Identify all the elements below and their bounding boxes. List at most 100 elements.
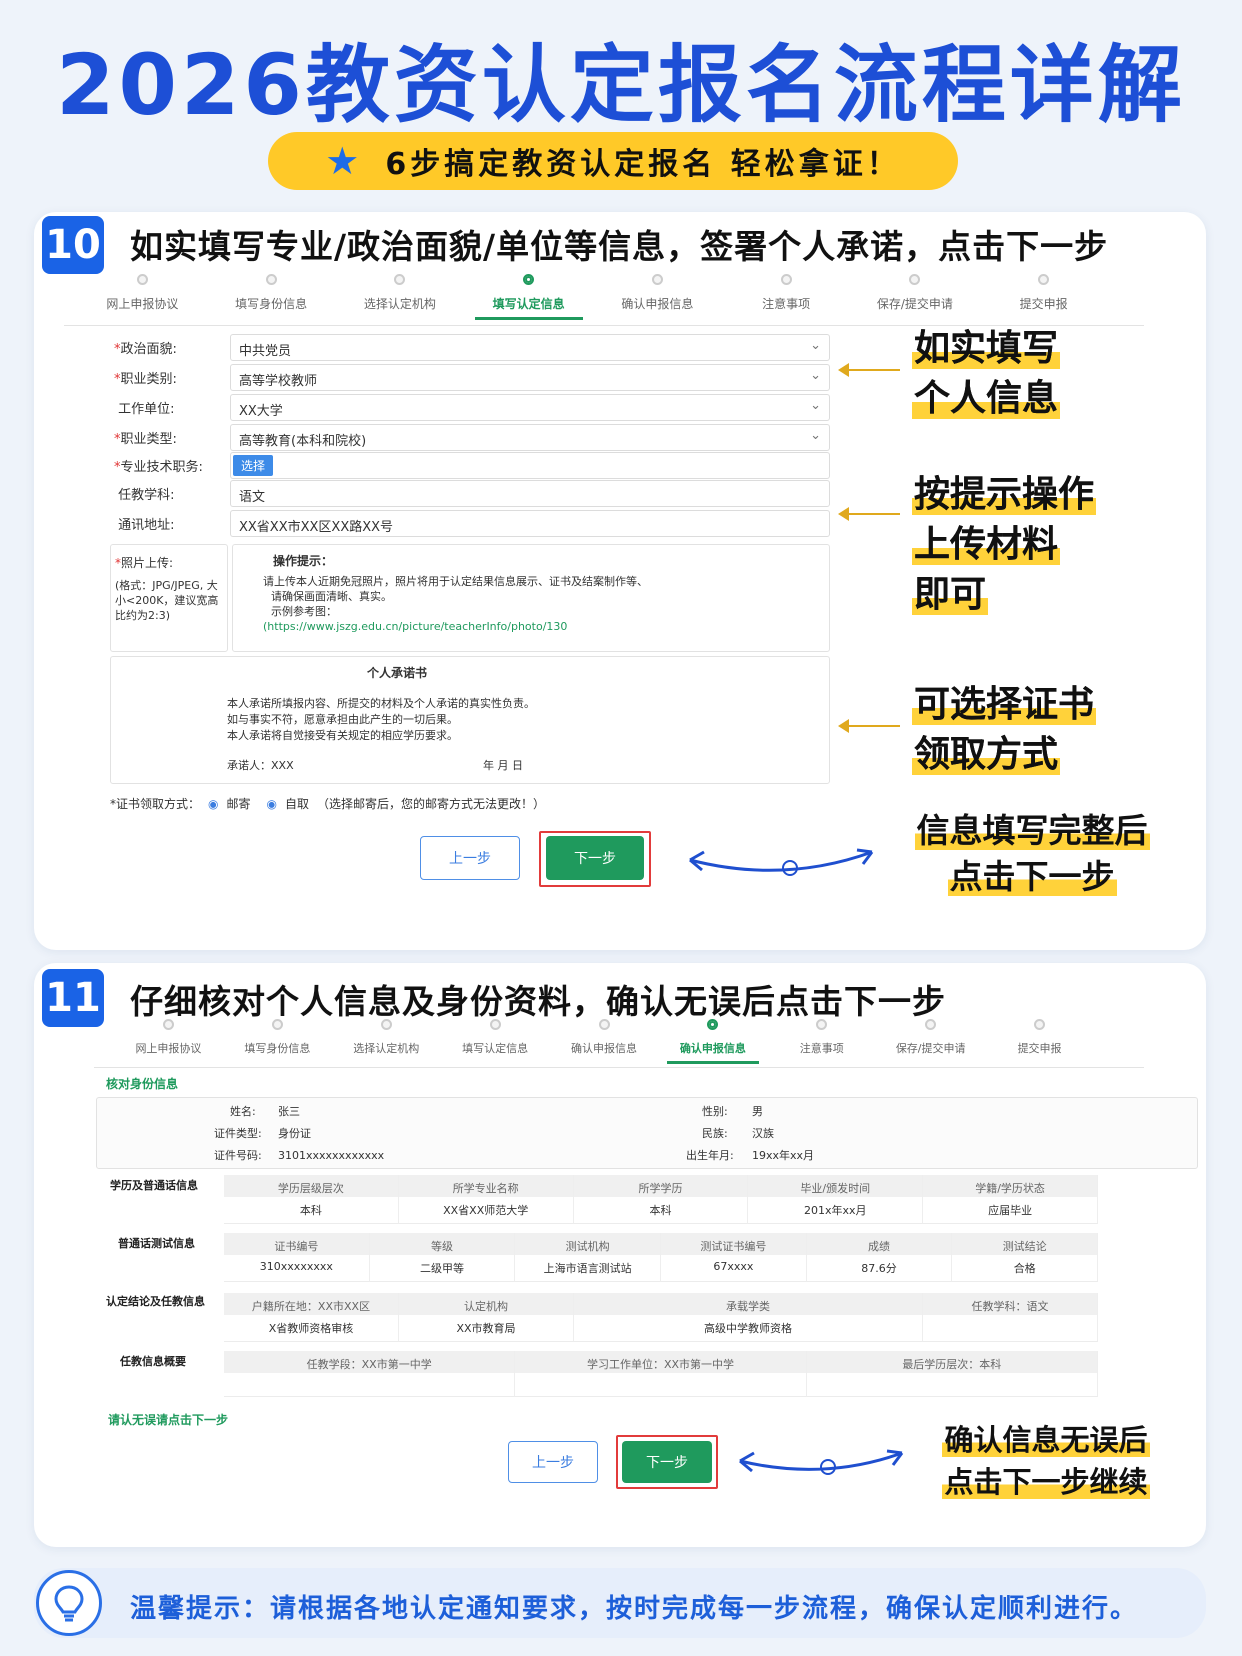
promise-line: 本人承诺将自觉接受有关规定的相应学历要求。	[227, 729, 458, 742]
promise-line: 如与事实不符，愿意承担由此产生的一切后果。	[227, 713, 458, 726]
idtype-value: 身份证	[278, 1127, 311, 1140]
step-dot-icon	[780, 274, 792, 285]
step-dot-icon	[1038, 274, 1050, 285]
table-row	[224, 1373, 1098, 1397]
banner: ★ 6步搞定教资认定报名 轻松拿证！	[268, 132, 958, 190]
promise-title: 个人承诺书	[367, 666, 428, 680]
subject-input[interactable]: 语文	[230, 480, 830, 507]
cert-option-self[interactable]: 自取	[285, 796, 309, 813]
field-label-address: 通讯地址:	[118, 518, 175, 533]
step-dot-icon	[136, 274, 148, 285]
ethnic-value: 汉族	[752, 1127, 774, 1140]
progress-step: 提交申报	[985, 1019, 1094, 1056]
progress-step: 保存/提交申请	[851, 274, 980, 312]
field-label-subject: 任教学科:	[118, 488, 175, 503]
progress-step-active: 确认申报信息	[658, 1019, 767, 1064]
step10-badge: 10	[42, 216, 104, 274]
step-dot-icon	[489, 1019, 501, 1030]
example-link[interactable]: (https://www.jszg.edu.cn/picture/teacher…	[263, 619, 799, 634]
section-title: 核对身份信息	[106, 1077, 179, 1091]
op-tip-title: 操作提示：	[273, 554, 334, 568]
step-dot-icon	[1034, 1019, 1046, 1030]
double-arrow-icon	[689, 848, 874, 876]
progress-step: 选择认定机构	[332, 1019, 441, 1056]
annotation-fill-info: 如实填写 个人信息	[912, 328, 1061, 419]
photo-upload-area[interactable]: 操作提示： 请上传本人近期免冠照片，照片将用于认定结果信息展示、证书及结案制作等…	[232, 544, 830, 652]
progress-steps-10: 网上申报协议 填写身份信息 选择认定机构 填写认定信息 确认申报信息 注意事项 …	[78, 274, 1108, 320]
chevron-down-icon: ⌄	[810, 428, 821, 443]
step10-card: 10 如实填写专业/政治面貌/单位等信息，签署个人承诺，点击下一步 网上申报协议…	[34, 212, 1206, 950]
progress-step: 保存/提交申请	[876, 1019, 985, 1056]
progress-step: 网上申报协议	[78, 274, 207, 312]
banner-text: 6步搞定教资认定报名 轻松拿证！	[385, 147, 901, 182]
cert-note: （选择邮寄后，您的邮寄方式无法更改！）	[317, 797, 546, 811]
row-label: 认定结论及任教信息	[106, 1295, 205, 1308]
birth-label: 出生年月:	[686, 1149, 734, 1162]
promise-line: 本人承诺所填报内容、所提交的材料及个人承诺的真实性负责。	[227, 697, 535, 710]
progress-step: 填写认定信息	[441, 1019, 550, 1056]
promise-box: 个人承诺书 本人承诺所填报内容、所提交的材料及个人承诺的真实性负责。 如与事实不…	[110, 656, 830, 784]
name-label: 姓名:	[230, 1105, 256, 1118]
step11-badge: 11	[42, 969, 104, 1027]
radio-icon[interactable]: ◉	[267, 796, 277, 813]
progress-step: 网上申报协议	[114, 1019, 223, 1056]
step-dot-icon	[909, 274, 921, 285]
job-category-select[interactable]: 高等学校教师 ⌄	[230, 364, 830, 391]
work-unit-select[interactable]: XX大学 ⌄	[230, 394, 830, 421]
promise-signer: 承诺人：XXX	[227, 759, 294, 772]
step-dot-icon	[380, 1019, 392, 1030]
field-label-job-type: *职业类型:	[114, 432, 177, 447]
step11-card: 11 仔细核对个人信息及身份资料，确认无误后点击下一步 网上申报协议 填写身份信…	[34, 963, 1206, 1547]
photo-upload-label-box: *照片上传: (格式：JPG/JPEG, 大小<200K，建议宽高比约为2:3)	[110, 544, 228, 652]
job-type-select[interactable]: 高等教育(本科和院校) ⌄	[230, 424, 830, 451]
double-arrow-icon	[739, 1449, 904, 1475]
cert-pickup-row: *证书领取方式： ◉ 邮寄 ◉ 自取 （选择邮寄后，您的邮寄方式无法更改！）	[110, 796, 545, 813]
star-icon: ★	[325, 139, 360, 183]
cert-option-mail[interactable]: 邮寄	[227, 796, 251, 813]
row-label: 普通话测试信息	[118, 1237, 195, 1250]
name-value: 张三	[278, 1105, 300, 1118]
annotation-next: 信息填写完整后 点击下一步	[914, 811, 1150, 896]
progress-step: 选择认定机构	[336, 274, 465, 312]
progress-step: 填写身份信息	[207, 274, 336, 312]
title-picker[interactable]: 选择	[230, 452, 830, 479]
prev-button[interactable]: 上一步	[420, 836, 520, 880]
table-row: X省教师资格审核 XX市教育局 高级中学教师资格	[224, 1315, 1098, 1342]
chevron-down-icon: ⌄	[810, 338, 821, 353]
cert-label: *证书领取方式：	[110, 797, 201, 811]
op-tip-line: 示例参考图：	[271, 605, 337, 618]
arrow-left-icon	[838, 719, 900, 733]
next-button[interactable]: 下一步	[546, 836, 644, 880]
address-input[interactable]: XX省XX市XX区XX路XX号	[230, 510, 830, 537]
lightbulb-icon	[36, 1570, 102, 1636]
chevron-down-icon: ⌄	[810, 368, 821, 383]
politics-select[interactable]: 中共党员 ⌄	[230, 334, 830, 361]
arrow-left-icon	[838, 507, 900, 521]
progress-step: 注意事项	[722, 274, 851, 312]
promise-date: 年 月 日	[483, 759, 523, 772]
annotation-confirm: 确认信息无误后 点击下一步继续	[942, 1423, 1150, 1499]
table-row: 本科 XX省XX师范大学 本科 201x年xx月 应届毕业	[224, 1197, 1098, 1224]
step-dot-icon	[651, 274, 663, 285]
idno-value: 3101xxxxxxxxxxxx	[278, 1149, 385, 1162]
prev-button[interactable]: 上一步	[508, 1441, 598, 1483]
row-label: 学历及普通话信息	[110, 1179, 198, 1192]
progress-step: 确认申报信息	[593, 274, 722, 312]
step-dot-icon	[523, 274, 535, 285]
table-row: 310xxxxxxxx 二级甲等 上海市语言测试站 67xxxx 87.6分 合格	[224, 1255, 1099, 1282]
op-tip-line: 请上传本人近期免冠照片，照片将用于认定结果信息展示、证书及结案制作等、	[263, 575, 648, 588]
photo-format-note: (格式：JPG/JPEG, 大小<200K，建议宽高比约为2:3)	[115, 579, 219, 622]
ethnic-label: 民族:	[702, 1127, 728, 1140]
step-dot-icon	[925, 1019, 937, 1030]
radio-icon[interactable]: ◉	[208, 796, 218, 813]
birth-value: 19xx年xx月	[752, 1149, 815, 1162]
next-button[interactable]: 下一步	[622, 1441, 712, 1483]
step-dot-icon	[271, 1019, 283, 1030]
field-label-title: *专业技术职务:	[114, 460, 203, 475]
confirm-hint: 请认无误请点击下一步	[108, 1413, 229, 1427]
row-label: 任教信息概要	[120, 1355, 186, 1368]
select-button[interactable]: 选择	[233, 455, 274, 476]
idno-label: 证件号码:	[214, 1149, 262, 1162]
arrow-left-icon	[838, 363, 900, 377]
progress-steps-11: 网上申报协议 填写身份信息 选择认定机构 填写认定信息 确认申报信息 确认申报信…	[114, 1019, 1094, 1064]
